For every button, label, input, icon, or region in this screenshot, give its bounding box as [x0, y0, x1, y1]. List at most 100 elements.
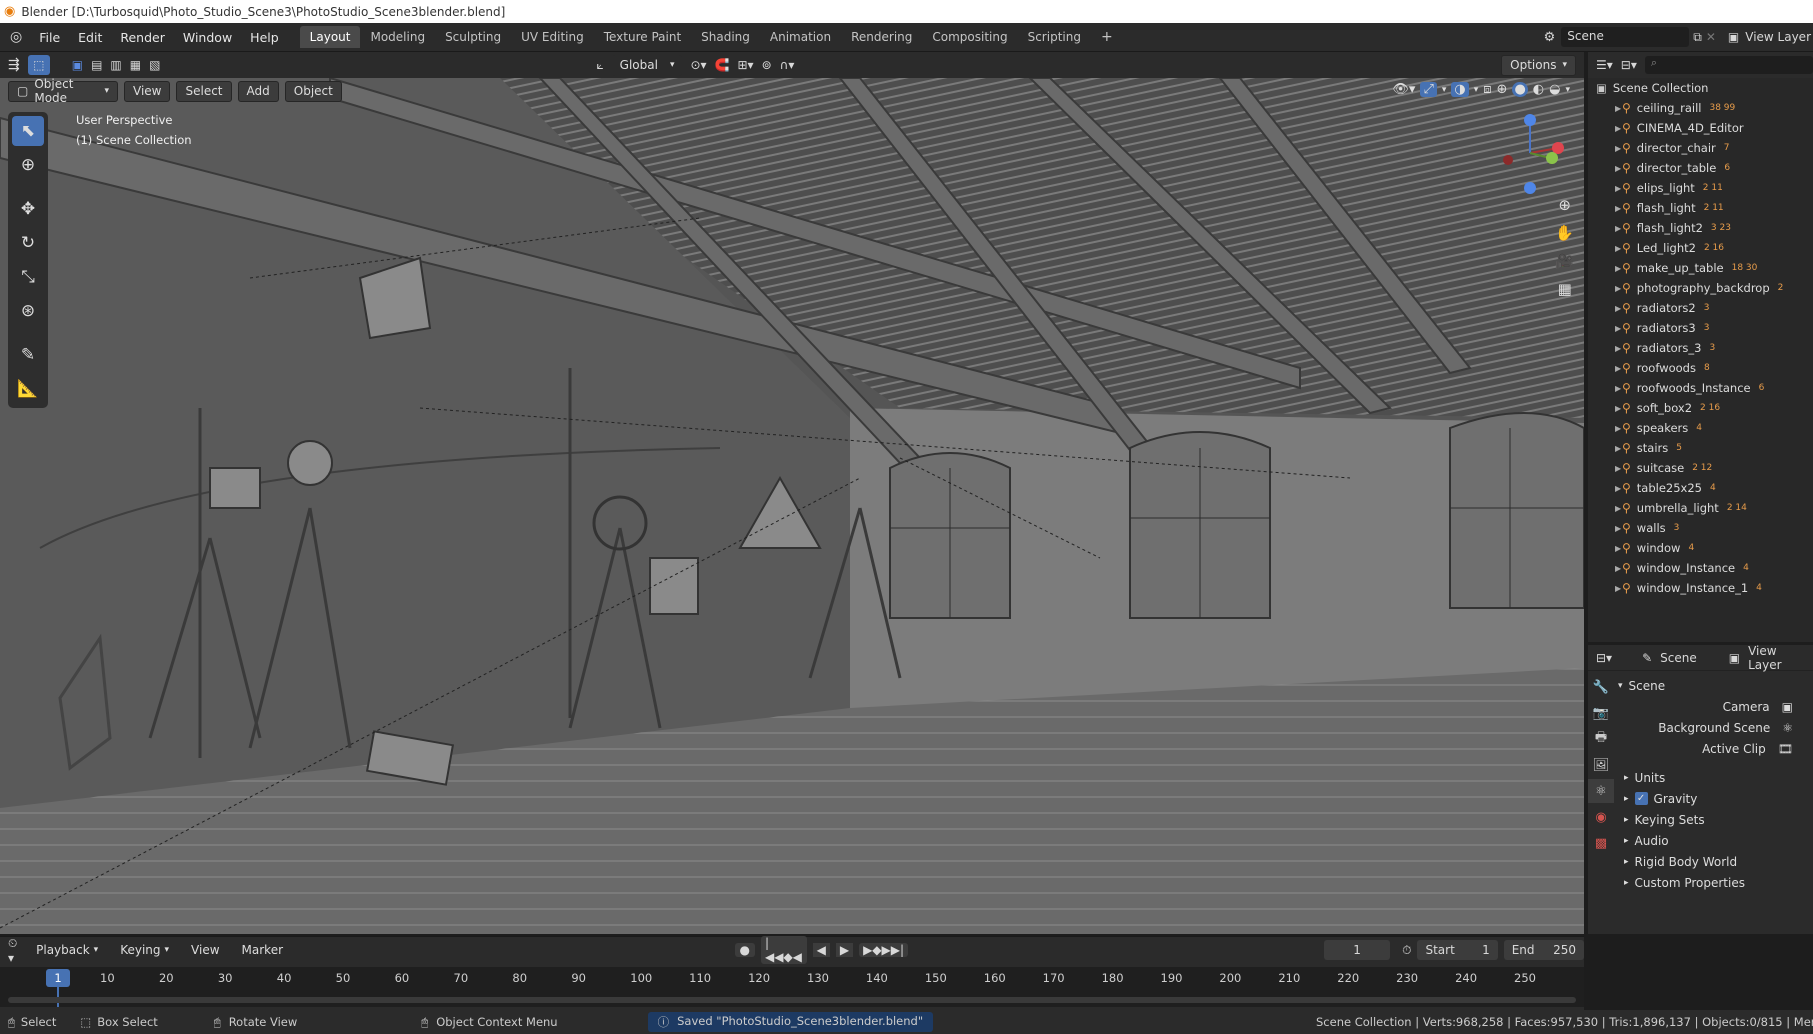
visibility-icon[interactable]: 👁▾ [1392, 82, 1415, 97]
tab-sculpting[interactable]: Sculpting [435, 26, 511, 48]
gizmo-toggle-icon[interactable]: ⤢ [1420, 82, 1437, 97]
pan-hand-icon[interactable]: ✋ [1555, 224, 1574, 242]
expand-arrow-icon[interactable]: ▶ [1615, 384, 1621, 393]
select-mode-icon[interactable]: ⬚ [27, 55, 50, 75]
add-workspace-icon[interactable]: + [1091, 25, 1123, 49]
outliner-search-input[interactable]: ⌕ [1644, 56, 1813, 74]
expand-arrow-icon[interactable]: ▶ [1615, 244, 1621, 253]
tab-scripting[interactable]: Scripting [1018, 26, 1091, 48]
outliner-item[interactable]: ▶ ⚲ stairs 5 [1588, 438, 1813, 458]
menu-help[interactable]: Help [241, 30, 288, 45]
scene-browse-icon[interactable]: ⚙ [1544, 30, 1556, 45]
viewport-menu-object[interactable]: Object [284, 80, 342, 102]
navigation-gizmo[interactable] [1490, 108, 1570, 198]
tab-uv-editing[interactable]: UV Editing [511, 26, 594, 48]
blender-menu-icon[interactable]: ◎ [0, 29, 30, 45]
wireframe-shading-icon[interactable]: ⊕ [1497, 82, 1508, 97]
record-icon[interactable]: ● [734, 943, 755, 957]
current-frame-field[interactable]: 1 [1323, 940, 1391, 960]
expand-arrow-icon[interactable]: ▶ [1615, 424, 1621, 433]
expand-arrow-icon[interactable]: ▶ [1615, 404, 1621, 413]
jump-end-icon[interactable]: ▶◆▶▶| [859, 943, 909, 957]
pivot-point-icon[interactable]: ⊙▾ [690, 58, 706, 72]
select-tool-icon[interactable]: ⬉ [12, 116, 44, 146]
scene-field[interactable]: Scene [1561, 27, 1690, 47]
tool-settings-icon[interactable]: ⇶ [8, 57, 20, 73]
transform-orientation-icon[interactable]: ⟀ [596, 58, 603, 73]
timeline-editor-type-icon[interactable]: ⏲▾ [8, 936, 22, 965]
scene-collection-row[interactable]: ▣ Scene Collection [1588, 78, 1813, 98]
expand-arrow-icon[interactable]: ▶ [1615, 164, 1621, 173]
outliner-item[interactable]: ▶ ⚲ window_Instance 4 [1588, 558, 1813, 578]
units-section[interactable]: ▸ Units [1618, 767, 1813, 788]
expand-arrow-icon[interactable]: ▶ [1615, 324, 1621, 333]
tab-layout[interactable]: Layout [299, 26, 361, 48]
expand-arrow-icon[interactable]: ▶ [1615, 284, 1621, 293]
view-layer-field[interactable]: View Layer [1745, 30, 1813, 44]
expand-arrow-icon[interactable]: ▶ [1615, 524, 1621, 533]
box-select-intersect-icon[interactable]: ▧ [149, 58, 160, 72]
menu-edit[interactable]: Edit [69, 30, 111, 45]
custom-properties-section[interactable]: ▸ Custom Properties [1618, 872, 1813, 893]
outliner-item[interactable]: ▶ ⚲ walls 3 [1588, 518, 1813, 538]
orientation-dropdown[interactable]: Global ▾ [611, 54, 683, 76]
background-scene-field[interactable]: Background Scene ⚛ [1618, 717, 1813, 738]
solid-shading-icon[interactable]: ● [1512, 82, 1528, 97]
overlays-toggle-icon[interactable]: ◑ [1451, 82, 1469, 97]
rotate-tool-icon[interactable]: ↻ [12, 228, 44, 258]
snap-icon[interactable]: 🧲 [715, 58, 730, 72]
gravity-section[interactable]: ▸ ✓ Gravity [1618, 788, 1813, 809]
expand-arrow-icon[interactable]: ▶ [1615, 464, 1621, 473]
box-select-invert-icon[interactable]: ▦ [130, 58, 141, 72]
timeline-menu-view[interactable]: View [183, 940, 227, 961]
rendered-shading-icon[interactable]: ◒ [1549, 82, 1560, 97]
scene-tab-icon[interactable]: ⚛ [1588, 779, 1614, 803]
outliner-item[interactable]: ▶ ⚲ flash_light2 3 23 [1588, 218, 1813, 238]
ortho-grid-icon[interactable]: ▦ [1558, 280, 1572, 298]
timeline-menu-playback[interactable]: Playback ▾ [28, 940, 106, 961]
options-dropdown[interactable]: Options ▾ [1501, 54, 1576, 76]
outliner-item[interactable]: ▶ ⚲ window 4 [1588, 538, 1813, 558]
menu-window[interactable]: Window [174, 30, 241, 45]
outliner-item[interactable]: ▶ ⚲ radiators3 3 [1588, 318, 1813, 338]
box-select-extend-icon[interactable]: ▤ [91, 58, 102, 72]
menu-file[interactable]: File [30, 30, 69, 45]
active-clip-field[interactable]: Active Clip 🎞 [1618, 738, 1813, 759]
expand-arrow-icon[interactable]: ▶ [1615, 504, 1621, 513]
properties-view-layer-label[interactable]: View Layer [1748, 644, 1813, 672]
outliner-item[interactable]: ▶ ⚲ soft_box2 2 16 [1588, 398, 1813, 418]
output-tab-icon[interactable]: 🖶 [1588, 727, 1614, 751]
outliner-item[interactable]: ▶ ⚲ flash_light 2 11 [1588, 198, 1813, 218]
tab-animation[interactable]: Animation [760, 26, 841, 48]
play-icon[interactable]: ▶ [835, 943, 854, 957]
play-reverse-icon[interactable]: ◀ [812, 943, 830, 957]
outliner-item[interactable]: ▶ ⚲ speakers 4 [1588, 418, 1813, 438]
zoom-icon[interactable]: ⊕ [1558, 196, 1571, 214]
end-frame-field[interactable]: End 250 [1503, 940, 1584, 960]
expand-arrow-icon[interactable]: ▶ [1615, 484, 1621, 493]
jump-start-icon[interactable]: |◀◀◆◀ [760, 936, 807, 964]
expand-arrow-icon[interactable]: ▶ [1615, 444, 1621, 453]
timeline-scrollbar[interactable] [8, 997, 1576, 1003]
expand-arrow-icon[interactable]: ▶ [1615, 544, 1621, 553]
outliner-item[interactable]: ▶ ⚲ roofwoods_Instance 6 [1588, 378, 1813, 398]
world-tab-icon[interactable]: ◉ [1588, 805, 1614, 829]
camera-view-icon[interactable]: 🎥 [1555, 252, 1574, 270]
expand-arrow-icon[interactable]: ▶ [1615, 104, 1621, 113]
outliner-item[interactable]: ▶ ⚲ director_table 6 [1588, 158, 1813, 178]
audio-section[interactable]: ▸ Audio [1618, 830, 1813, 851]
transform-tool-icon[interactable]: ⊛ [12, 296, 44, 326]
expand-arrow-icon[interactable]: ▶ [1615, 184, 1621, 193]
3d-viewport[interactable]: ▢ Object Mode ▾ View Select Add Object 👁▾ … [0, 78, 1584, 934]
start-frame-field[interactable]: Start 1 [1417, 940, 1498, 960]
tab-compositing[interactable]: Compositing [922, 26, 1017, 48]
xray-icon[interactable]: ⧈ [1483, 82, 1491, 97]
copy-scene-icon[interactable]: ⧉ [1693, 30, 1702, 45]
outliner-item[interactable]: ▶ ⚲ roofwoods 8 [1588, 358, 1813, 378]
view-layer-icon[interactable]: ▣ [1728, 30, 1739, 44]
box-select-subtract-icon[interactable]: ▥ [110, 58, 121, 72]
properties-editor-type-icon[interactable]: ⊟▾ [1596, 651, 1612, 665]
outliner-item[interactable]: ▶ ⚲ CINEMA_4D_Editor [1588, 118, 1813, 138]
delete-scene-icon[interactable]: ✕ [1706, 30, 1716, 44]
playhead-frame-label[interactable]: 1 [46, 969, 70, 987]
